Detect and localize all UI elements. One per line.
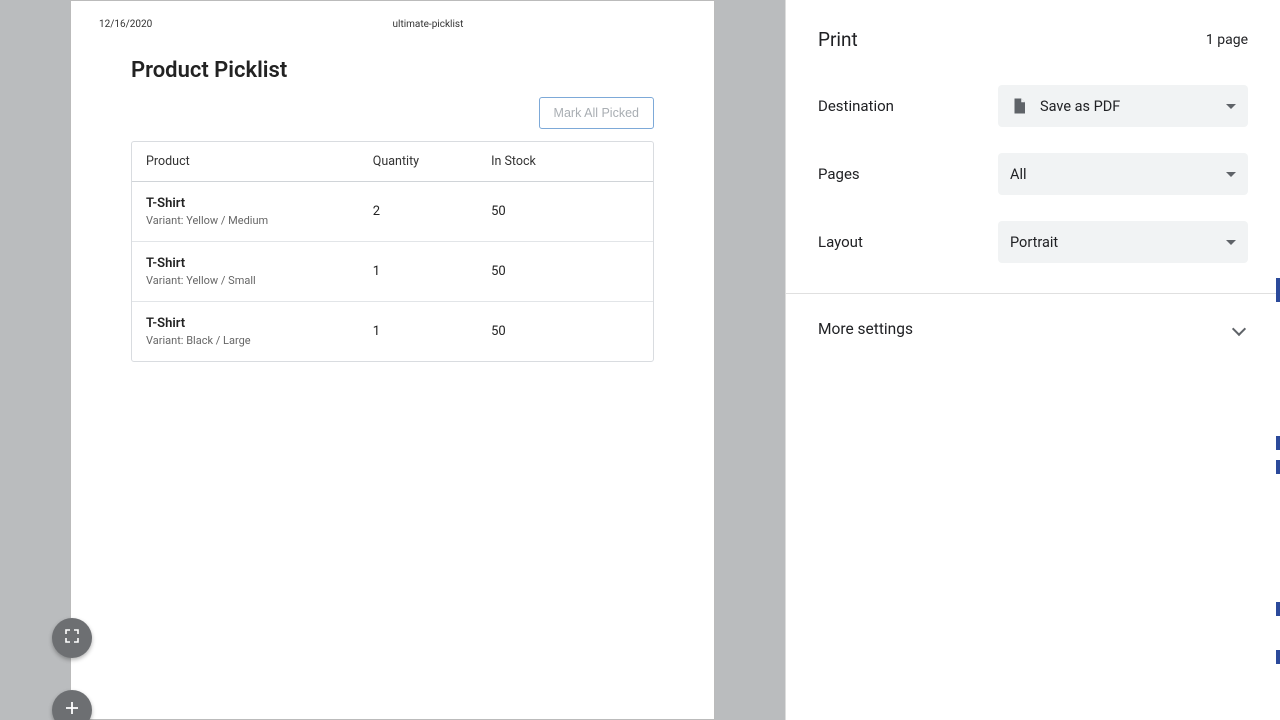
fullscreen-button[interactable] xyxy=(52,618,92,658)
print-settings-panel: Print 1 page Destination Save as PDF Pag… xyxy=(785,0,1280,720)
chevron-down-icon xyxy=(1226,240,1236,245)
table-row: T-Shirt Variant: Yellow / Medium 2 50 xyxy=(132,182,653,242)
product-variant: Variant: Yellow / Medium xyxy=(146,214,373,227)
destination-label: Destination xyxy=(818,97,998,115)
layout-label: Layout xyxy=(818,233,998,251)
pages-value: All xyxy=(1010,166,1226,183)
preview-page: 12/16/2020 ultimate-picklist Product Pic… xyxy=(70,0,715,720)
pages-label: Pages xyxy=(818,165,998,183)
chevron-down-icon xyxy=(1226,172,1236,177)
product-qty: 1 xyxy=(373,264,491,279)
pages-select[interactable]: All xyxy=(998,153,1248,195)
preview-date: 12/16/2020 xyxy=(99,19,393,30)
panel-title: Print xyxy=(818,28,858,51)
mark-all-picked-button[interactable]: Mark All Picked xyxy=(539,97,654,129)
product-name: T-Shirt xyxy=(146,256,373,271)
divider xyxy=(786,293,1280,294)
table-row: T-Shirt Variant: Black / Large 1 50 xyxy=(132,302,653,361)
more-settings-toggle[interactable]: More settings xyxy=(818,314,1248,344)
picklist-table: Product Quantity In Stock T-Shirt Varian… xyxy=(131,141,654,362)
more-settings-label: More settings xyxy=(818,320,913,338)
preview-doc-title: ultimate-picklist xyxy=(393,19,687,30)
product-stock: 50 xyxy=(491,264,639,279)
edge-marker xyxy=(1276,436,1280,450)
edge-marker xyxy=(1276,278,1280,302)
edge-marker xyxy=(1276,460,1280,474)
product-qty: 2 xyxy=(373,204,491,219)
edge-marker xyxy=(1276,602,1280,616)
pdf-file-icon xyxy=(1010,97,1028,115)
product-variant: Variant: Black / Large xyxy=(146,334,373,347)
product-stock: 50 xyxy=(491,204,639,219)
product-qty: 1 xyxy=(373,324,491,339)
edge-marker xyxy=(1276,650,1280,664)
product-name: T-Shirt xyxy=(146,196,373,211)
product-variant: Variant: Yellow / Small xyxy=(146,274,373,287)
table-row: T-Shirt Variant: Yellow / Small 1 50 xyxy=(132,242,653,302)
product-stock: 50 xyxy=(491,324,639,339)
destination-select[interactable]: Save as PDF xyxy=(998,85,1248,127)
layout-value: Portrait xyxy=(1010,234,1226,251)
chevron-down-icon xyxy=(1226,104,1236,109)
destination-value: Save as PDF xyxy=(1040,98,1226,115)
print-preview-area: 12/16/2020 ultimate-picklist Product Pic… xyxy=(0,0,785,720)
chevron-down-icon xyxy=(1232,322,1246,336)
col-quantity: Quantity xyxy=(373,154,491,169)
col-in-stock: In Stock xyxy=(491,154,639,169)
layout-select[interactable]: Portrait xyxy=(998,221,1248,263)
page-count: 1 page xyxy=(1206,32,1248,48)
table-header: Product Quantity In Stock xyxy=(132,142,653,182)
col-product: Product xyxy=(146,154,373,169)
product-name: T-Shirt xyxy=(146,316,373,331)
preview-header: 12/16/2020 ultimate-picklist xyxy=(99,19,686,30)
fullscreen-icon xyxy=(64,628,80,648)
page-title: Product Picklist xyxy=(131,58,654,83)
plus-icon xyxy=(64,700,80,720)
